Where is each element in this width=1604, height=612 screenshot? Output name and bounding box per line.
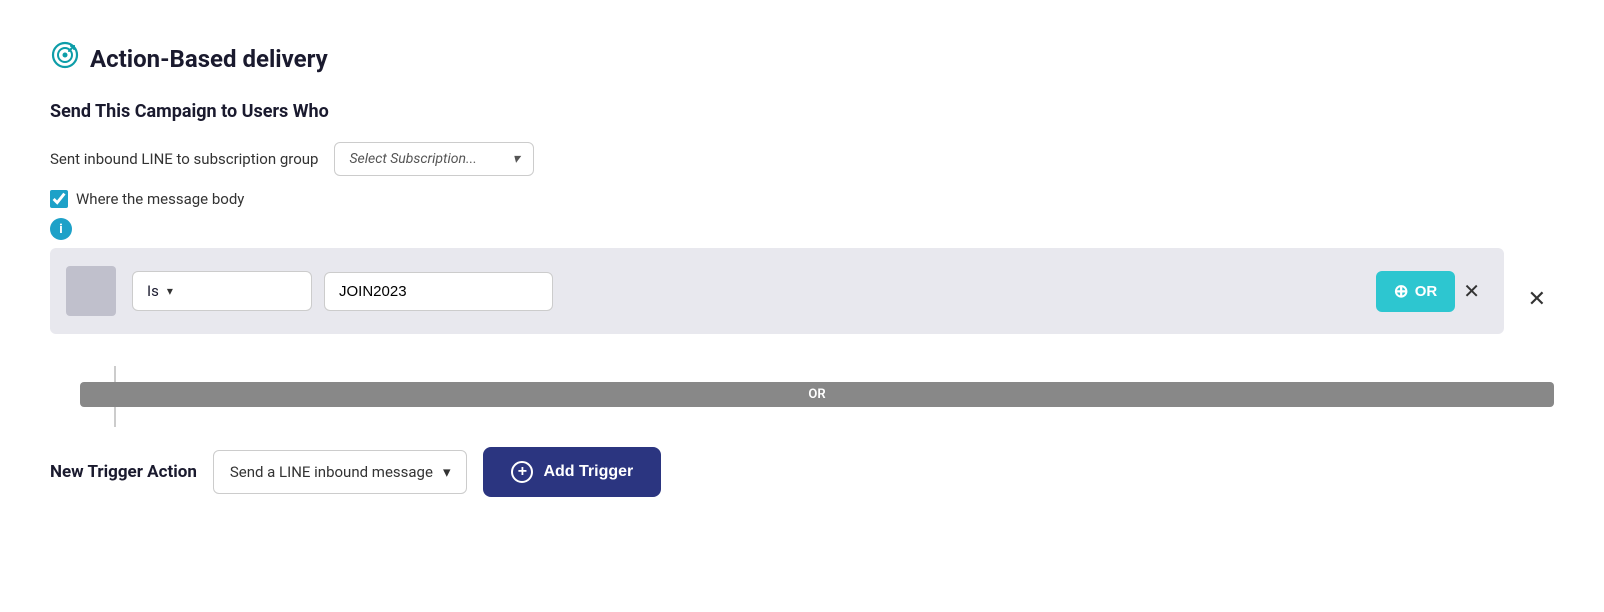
or-button-label: OR xyxy=(1415,283,1438,300)
condition-chevron-icon: ▾ xyxy=(167,284,173,298)
new-trigger-row: New Trigger Action Send a LINE inbound m… xyxy=(50,447,1554,497)
info-icon-wrap: i xyxy=(50,218,1554,240)
message-body-checkbox-row: Where the message body xyxy=(50,190,1554,208)
subscription-placeholder: Select Subscription... xyxy=(349,151,476,167)
subscription-select[interactable]: Select Subscription... ▾ xyxy=(334,142,534,176)
row-close-button[interactable]: ✕ xyxy=(1520,282,1554,316)
condition-select-value: Is xyxy=(147,282,159,300)
add-trigger-plus-icon: + xyxy=(511,461,533,483)
add-trigger-label: Add Trigger xyxy=(543,463,633,481)
close-outer-icon: ✕ xyxy=(1528,286,1546,311)
or-connector-bottom xyxy=(114,407,116,427)
filter-close-button[interactable]: ✕ xyxy=(1455,275,1488,308)
trigger-action-chevron-icon: ▾ xyxy=(443,463,451,481)
new-trigger-label: New Trigger Action xyxy=(50,462,197,482)
or-connector-top xyxy=(114,366,116,382)
trigger-action-select[interactable]: Send a LINE inbound message ▾ xyxy=(213,450,468,494)
filter-row: Is ▾ ⊕ OR ✕ xyxy=(50,248,1504,334)
or-add-button[interactable]: ⊕ OR xyxy=(1376,271,1456,312)
subscription-chevron-icon: ▾ xyxy=(512,151,519,167)
add-trigger-button[interactable]: + Add Trigger xyxy=(483,447,661,497)
filter-controls: Is ▾ xyxy=(132,271,1376,311)
trigger-condition-label: Sent inbound LINE to subscription group xyxy=(50,150,318,168)
page-title: Action-Based delivery xyxy=(90,45,328,73)
trigger-condition-row: Sent inbound LINE to subscription group … xyxy=(50,142,1554,176)
or-section: OR xyxy=(80,366,1554,427)
or-plus-icon: ⊕ xyxy=(1394,281,1409,302)
page-header: Action-Based delivery xyxy=(50,40,1554,77)
message-body-checkbox[interactable] xyxy=(50,190,68,208)
condition-select[interactable]: Is ▾ xyxy=(132,271,312,311)
info-icon: i xyxy=(50,218,72,240)
close-icon: ✕ xyxy=(1463,281,1480,303)
trigger-action-value: Send a LINE inbound message xyxy=(230,463,433,481)
target-icon xyxy=(50,40,80,77)
filter-value-input[interactable] xyxy=(324,272,553,311)
section-title: Send This Campaign to Users Who xyxy=(50,101,1554,122)
or-badge: OR xyxy=(80,382,1554,407)
drag-handle[interactable] xyxy=(66,266,116,316)
message-body-label: Where the message body xyxy=(76,190,244,208)
